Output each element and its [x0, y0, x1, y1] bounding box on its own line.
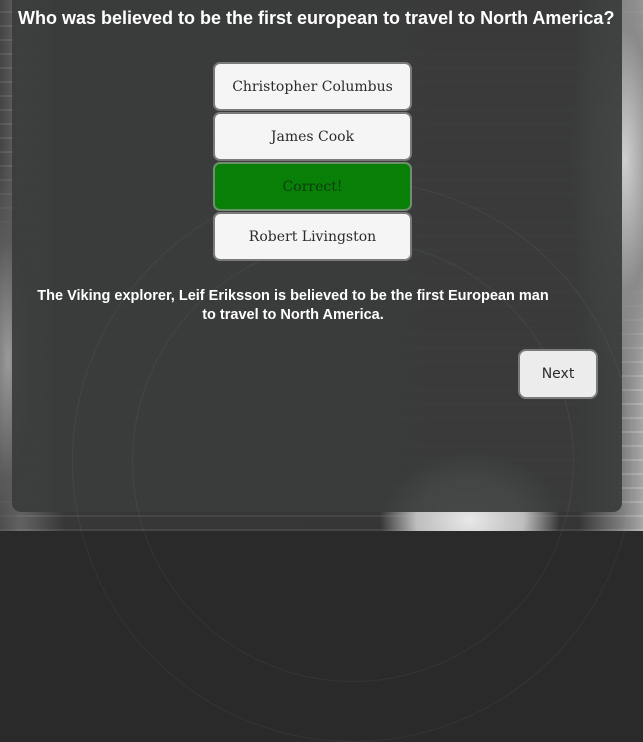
answer-option-christopher-columbus[interactable]: Christopher Columbus	[213, 62, 412, 111]
answer-list: Christopher Columbus James Cook Correct!…	[213, 62, 412, 262]
answer-option-robert-livingston[interactable]: Robert Livingston	[213, 212, 412, 261]
answer-explanation: The Viking explorer, Leif Eriksson is be…	[37, 288, 549, 323]
next-button[interactable]: Next	[518, 349, 598, 399]
question-text: Who was believed to be the first europea…	[18, 8, 615, 28]
answer-option-james-cook[interactable]: James Cook	[213, 112, 412, 161]
answer-option-correct[interactable]: Correct!	[213, 162, 412, 211]
